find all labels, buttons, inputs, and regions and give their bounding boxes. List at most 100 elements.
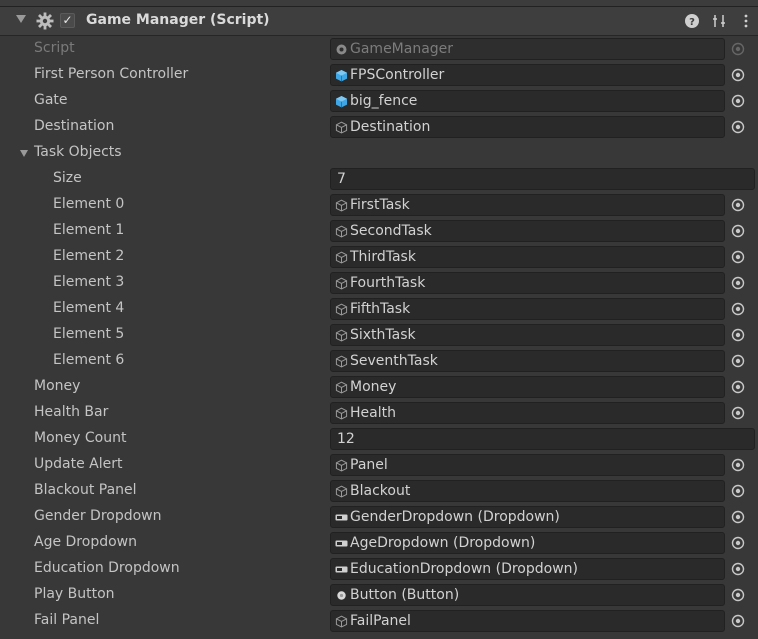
object-picker-icon[interactable] <box>728 247 748 267</box>
field-label-update-alert: Update Alert <box>34 456 123 472</box>
object-field-element-4[interactable]: FifthTask <box>330 298 725 320</box>
object-picker-icon[interactable] <box>728 481 748 501</box>
number-field-size[interactable]: 7 <box>330 168 755 190</box>
property-row-fail-panel: Fail Panel FailPanel <box>0 608 758 634</box>
field-value: Health <box>350 405 396 421</box>
object-picker-icon[interactable] <box>728 195 748 215</box>
property-row-health-bar: Health Bar Health <box>0 400 758 426</box>
component-enabled-checkbox[interactable]: ✓ <box>60 13 75 28</box>
field-label-element-4: Element 4 <box>53 300 125 316</box>
number-field-money-count[interactable]: 12 <box>330 428 755 450</box>
object-picker-icon[interactable] <box>728 299 748 319</box>
prefab-cube-icon <box>335 69 348 82</box>
gameobject-icon <box>335 615 348 628</box>
object-picker-icon[interactable] <box>728 221 748 241</box>
property-row-task-objects: Task Objects <box>0 140 758 166</box>
property-row-first-person-controller: First Person Controller FPSController <box>0 62 758 88</box>
gameobject-icon <box>335 355 348 368</box>
gameobject-icon <box>335 407 348 420</box>
context-menu-icon[interactable] <box>738 13 754 29</box>
field-label-task-objects[interactable]: Task Objects <box>34 144 122 160</box>
field-label-play-button: Play Button <box>34 586 115 602</box>
field-label-destination: Destination <box>34 118 115 134</box>
object-field-age-dropdown[interactable]: AgeDropdown (Dropdown) <box>330 532 725 554</box>
field-value: big_fence <box>350 93 418 109</box>
dropdown-icon <box>335 563 348 576</box>
object-picker-icon[interactable] <box>728 455 748 475</box>
field-value: FifthTask <box>350 301 411 317</box>
object-picker-icon[interactable] <box>728 91 748 111</box>
foldout-arrow-icon[interactable] <box>16 15 26 23</box>
field-label-gate: Gate <box>34 92 68 108</box>
object-field-element-2[interactable]: ThirdTask <box>330 246 725 268</box>
property-row-destination: Destination Destination <box>0 114 758 140</box>
property-row-element-5: Element 5 SixthTask <box>0 322 758 348</box>
field-value: GenderDropdown (Dropdown) <box>350 509 560 525</box>
object-picker-icon[interactable] <box>728 273 748 293</box>
script-component-icon <box>36 12 54 30</box>
gameobject-icon <box>335 329 348 342</box>
field-label-blackout-panel: Blackout Panel <box>34 482 137 498</box>
field-value: Destination <box>350 119 431 135</box>
component-header[interactable]: ✓ Game Manager (Script) ? <box>0 6 758 36</box>
object-picker-icon[interactable] <box>728 325 748 345</box>
object-field-health-bar[interactable]: Health <box>330 402 725 424</box>
object-picker-icon[interactable] <box>728 611 748 631</box>
field-label-element-2: Element 2 <box>53 248 125 264</box>
object-picker-icon[interactable] <box>728 65 748 85</box>
prefab-cube-icon <box>335 95 348 108</box>
object-picker-icon[interactable] <box>728 533 748 553</box>
object-field-element-6[interactable]: SeventhTask <box>330 350 725 372</box>
object-field-destination[interactable]: Destination <box>330 116 725 138</box>
property-row-element-6: Element 6 SeventhTask <box>0 348 758 374</box>
object-field-gate[interactable]: big_fence <box>330 90 725 112</box>
object-field-education-dropdown[interactable]: EducationDropdown (Dropdown) <box>330 558 725 580</box>
field-label-element-1: Element 1 <box>53 222 125 238</box>
object-field-gender-dropdown[interactable]: GenderDropdown (Dropdown) <box>330 506 725 528</box>
field-label-element-3: Element 3 <box>53 274 125 290</box>
property-row-education-dropdown: Education Dropdown EducationDropdown (Dro… <box>0 556 758 582</box>
object-picker-icon[interactable] <box>728 377 748 397</box>
object-field-play-button[interactable]: Button (Button) <box>330 584 725 606</box>
object-picker-icon[interactable] <box>728 117 748 137</box>
property-row-gate: Gate big_fence <box>0 88 758 114</box>
object-field-update-alert[interactable]: Panel <box>330 454 725 476</box>
gameobject-icon <box>335 199 348 212</box>
object-field-element-5[interactable]: SixthTask <box>330 324 725 346</box>
object-field-fail-panel[interactable]: FailPanel <box>330 610 725 632</box>
object-field-script: GameManager <box>330 38 725 60</box>
object-field-money[interactable]: Money <box>330 376 725 398</box>
gameobject-icon <box>335 251 348 264</box>
dropdown-icon <box>335 537 348 550</box>
property-row-age-dropdown: Age Dropdown AgeDropdown (Dropdown) <box>0 530 758 556</box>
field-value: Panel <box>350 457 388 473</box>
help-icon[interactable]: ? <box>684 13 700 29</box>
object-picker-icon[interactable] <box>728 403 748 423</box>
object-picker-icon[interactable] <box>728 507 748 527</box>
object-field-element-1[interactable]: SecondTask <box>330 220 725 242</box>
field-value: SecondTask <box>350 223 432 239</box>
component-title: Game Manager (Script) <box>86 12 270 28</box>
foldout-arrow-icon[interactable] <box>20 150 28 157</box>
presets-icon[interactable] <box>711 13 727 29</box>
object-field-element-3[interactable]: FourthTask <box>330 272 725 294</box>
button-icon <box>335 589 348 602</box>
gameobject-icon <box>335 225 348 238</box>
field-value: Blackout <box>350 483 411 499</box>
object-picker-icon[interactable] <box>728 585 748 605</box>
field-label-size: Size <box>53 170 82 186</box>
field-value: FPSController <box>350 67 445 83</box>
object-picker-icon[interactable] <box>728 559 748 579</box>
object-field-blackout-panel[interactable]: Blackout <box>330 480 725 502</box>
property-row-element-1: Element 1 SecondTask <box>0 218 758 244</box>
property-list: Script GameManager First Person Controller… <box>0 36 758 634</box>
field-label-money: Money <box>34 378 81 394</box>
field-label-education-dropdown: Education Dropdown <box>34 560 180 576</box>
field-label-health-bar: Health Bar <box>34 404 109 420</box>
object-field-first-person-controller[interactable]: FPSController <box>330 64 725 86</box>
object-picker-icon[interactable] <box>728 351 748 371</box>
property-row-size: Size 7 <box>0 166 758 192</box>
property-row-script: Script GameManager <box>0 36 758 62</box>
object-field-element-0[interactable]: FirstTask <box>330 194 725 216</box>
property-row-play-button: Play Button Button (Button) <box>0 582 758 608</box>
